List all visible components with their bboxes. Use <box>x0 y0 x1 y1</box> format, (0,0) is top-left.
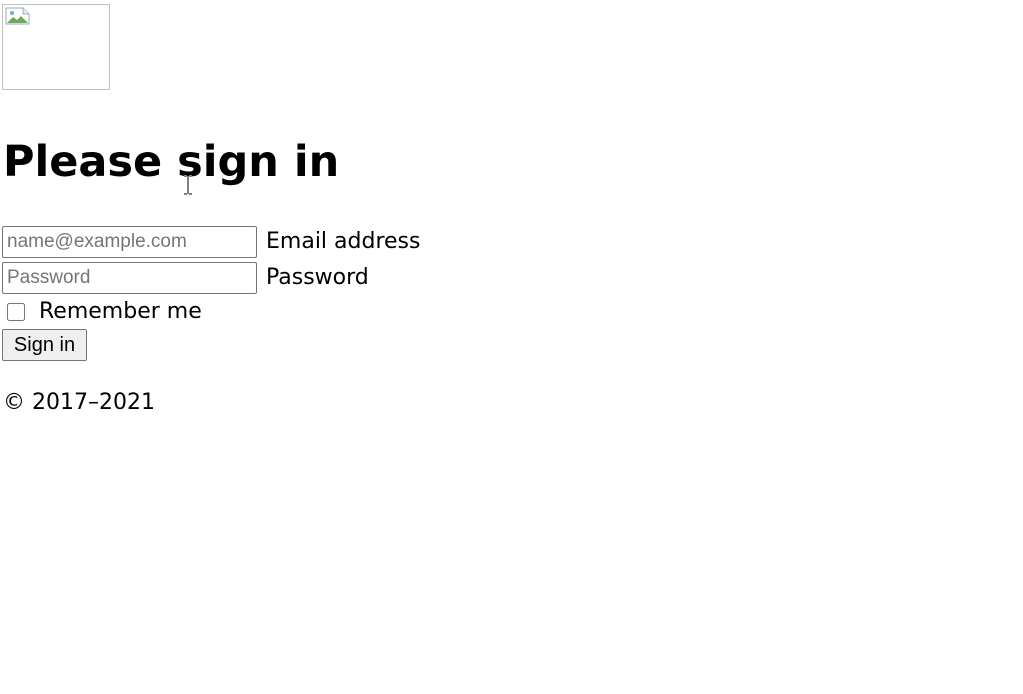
email-field[interactable] <box>2 226 257 258</box>
password-row: Password <box>2 262 369 294</box>
email-row: Email address <box>2 226 420 258</box>
remember-me-checkbox[interactable] <box>7 303 25 321</box>
password-field[interactable] <box>2 262 257 294</box>
remember-me-label: Remember me <box>39 299 202 324</box>
remember-me-row: Remember me <box>7 297 202 327</box>
sign-in-button[interactable]: Sign in <box>2 329 87 361</box>
page-title: Please sign in <box>3 137 340 187</box>
password-label: Password <box>266 265 369 290</box>
text-cursor-icon <box>184 175 192 195</box>
copyright-text: © 2017–2021 <box>3 390 155 415</box>
logo-image <box>2 4 110 90</box>
email-label: Email address <box>266 229 421 254</box>
sign-in-page: Please sign in Email address Password Re… <box>0 0 1023 694</box>
broken-image-icon <box>5 7 30 25</box>
